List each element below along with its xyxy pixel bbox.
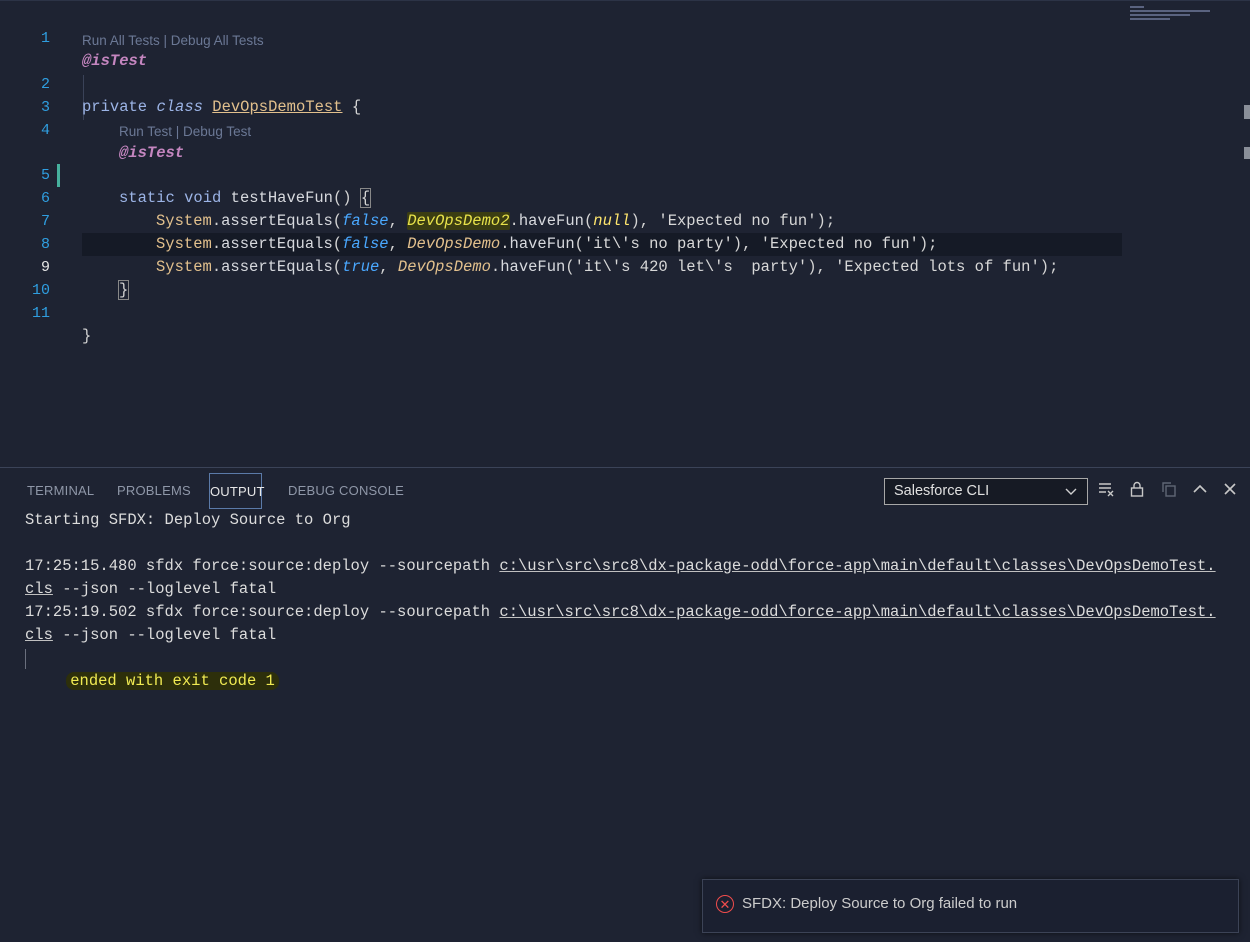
close-icon[interactable] bbox=[1220, 480, 1240, 500]
code-line-3[interactable]: 3 bbox=[0, 73, 1240, 116]
error-notification[interactable]: ✕ SFDX: Deploy Source to Org failed to r… bbox=[702, 879, 1239, 933]
output-line: 17:25:15.480 sfdx force:source:deploy --… bbox=[25, 555, 1216, 578]
exit-code-text: ended with exit code 1 bbox=[66, 672, 279, 690]
code-line-2[interactable]: 2 private class DevOpsDemoTest { bbox=[0, 50, 1240, 116]
code-line-1[interactable]: 1 @isTest bbox=[0, 4, 1240, 70]
clear-output-icon[interactable] bbox=[1096, 480, 1116, 500]
output-text: 17:25:19.502 sfdx force:source:deploy --… bbox=[25, 603, 500, 621]
panel-tabs: TERMINAL PROBLEMS OUTPUT DEBUG CONSOLE bbox=[0, 468, 880, 512]
notification-message: SFDX: Deploy Source to Org failed to run bbox=[742, 895, 1018, 912]
tab-debug-console[interactable]: DEBUG CONSOLE bbox=[286, 482, 406, 506]
file-path-link[interactable]: cls bbox=[25, 626, 53, 644]
run-all-tests-link[interactable]: Run All Tests | Debug All Tests bbox=[82, 33, 264, 48]
overview-ruler-mark bbox=[1244, 147, 1250, 159]
codelens-method[interactable]: Run Test | Debug Test bbox=[119, 122, 251, 142]
code-line-10[interactable]: 10 bbox=[0, 256, 1240, 299]
copy-icon[interactable] bbox=[1159, 480, 1179, 500]
line-number: 1 bbox=[40, 30, 50, 47]
tab-terminal[interactable]: TERMINAL bbox=[25, 482, 96, 506]
output-channel-value: Salesforce CLI bbox=[894, 483, 990, 499]
output-line: cls --json --loglevel fatal bbox=[25, 578, 276, 601]
file-path-link[interactable]: c:\usr\src\src8\dx-package-odd\force-app… bbox=[499, 603, 1215, 621]
brace-token: } bbox=[82, 327, 92, 345]
chevron-down-icon bbox=[1065, 479, 1077, 512]
line-number: 4 bbox=[40, 122, 50, 139]
code-line-5[interactable]: 5 static void testHaveFun() { bbox=[0, 141, 1240, 208]
code-line-8[interactable]: 8 System.assertEquals(true, DevOpsDemo.h… bbox=[0, 210, 1240, 276]
maximize-icon[interactable] bbox=[1190, 480, 1210, 500]
output-channel-select[interactable]: Salesforce CLI bbox=[884, 478, 1088, 505]
run-test-link[interactable]: Run Test | Debug Test bbox=[119, 124, 251, 139]
bottom-panel: TERMINAL PROBLEMS OUTPUT DEBUG CONSOLE S… bbox=[0, 467, 1250, 942]
lock-icon[interactable] bbox=[1127, 480, 1147, 500]
error-icon: ✕ bbox=[716, 895, 734, 913]
exit-code-line: ended with exit code 1 bbox=[29, 647, 279, 716]
text-cursor bbox=[25, 649, 26, 669]
output-line: 17:25:19.502 sfdx force:source:deploy --… bbox=[25, 601, 1216, 624]
codelens-class[interactable]: Run All Tests | Debug All Tests bbox=[82, 31, 264, 51]
line-number: 11 bbox=[31, 305, 50, 322]
file-path-link[interactable]: c:\usr\src\src8\dx-package-odd\force-app… bbox=[499, 557, 1215, 575]
output-text: 17:25:15.480 sfdx force:source:deploy --… bbox=[25, 557, 500, 575]
code-line-9[interactable]: 9 } bbox=[0, 233, 1240, 300]
output-text: --json --loglevel fatal bbox=[52, 580, 277, 598]
tab-output[interactable]: OUTPUT bbox=[209, 473, 264, 509]
tab-problems[interactable]: PROBLEMS bbox=[115, 482, 193, 506]
minimap[interactable] bbox=[1130, 6, 1220, 26]
code-line-6[interactable]: 6 System.assertEquals(false, DevOpsDemo2… bbox=[0, 164, 1240, 230]
code-line-7[interactable]: 7 System.assertEquals(false, DevOpsDemo.… bbox=[0, 187, 1240, 253]
output-line: Starting SFDX: Deploy Source to Org bbox=[25, 511, 351, 529]
output-line: cls --json --loglevel fatal bbox=[25, 624, 276, 647]
file-path-link[interactable]: cls bbox=[25, 580, 53, 598]
overview-ruler-mark bbox=[1244, 105, 1250, 119]
code-line-4[interactable]: 4 @isTest bbox=[0, 96, 1240, 162]
code-editor[interactable]: 1 @isTest Run All Tests | Debug All Test… bbox=[0, 0, 1250, 467]
output-text: --json --loglevel fatal bbox=[52, 626, 277, 644]
code-line-11[interactable]: 11 } bbox=[0, 279, 1240, 345]
